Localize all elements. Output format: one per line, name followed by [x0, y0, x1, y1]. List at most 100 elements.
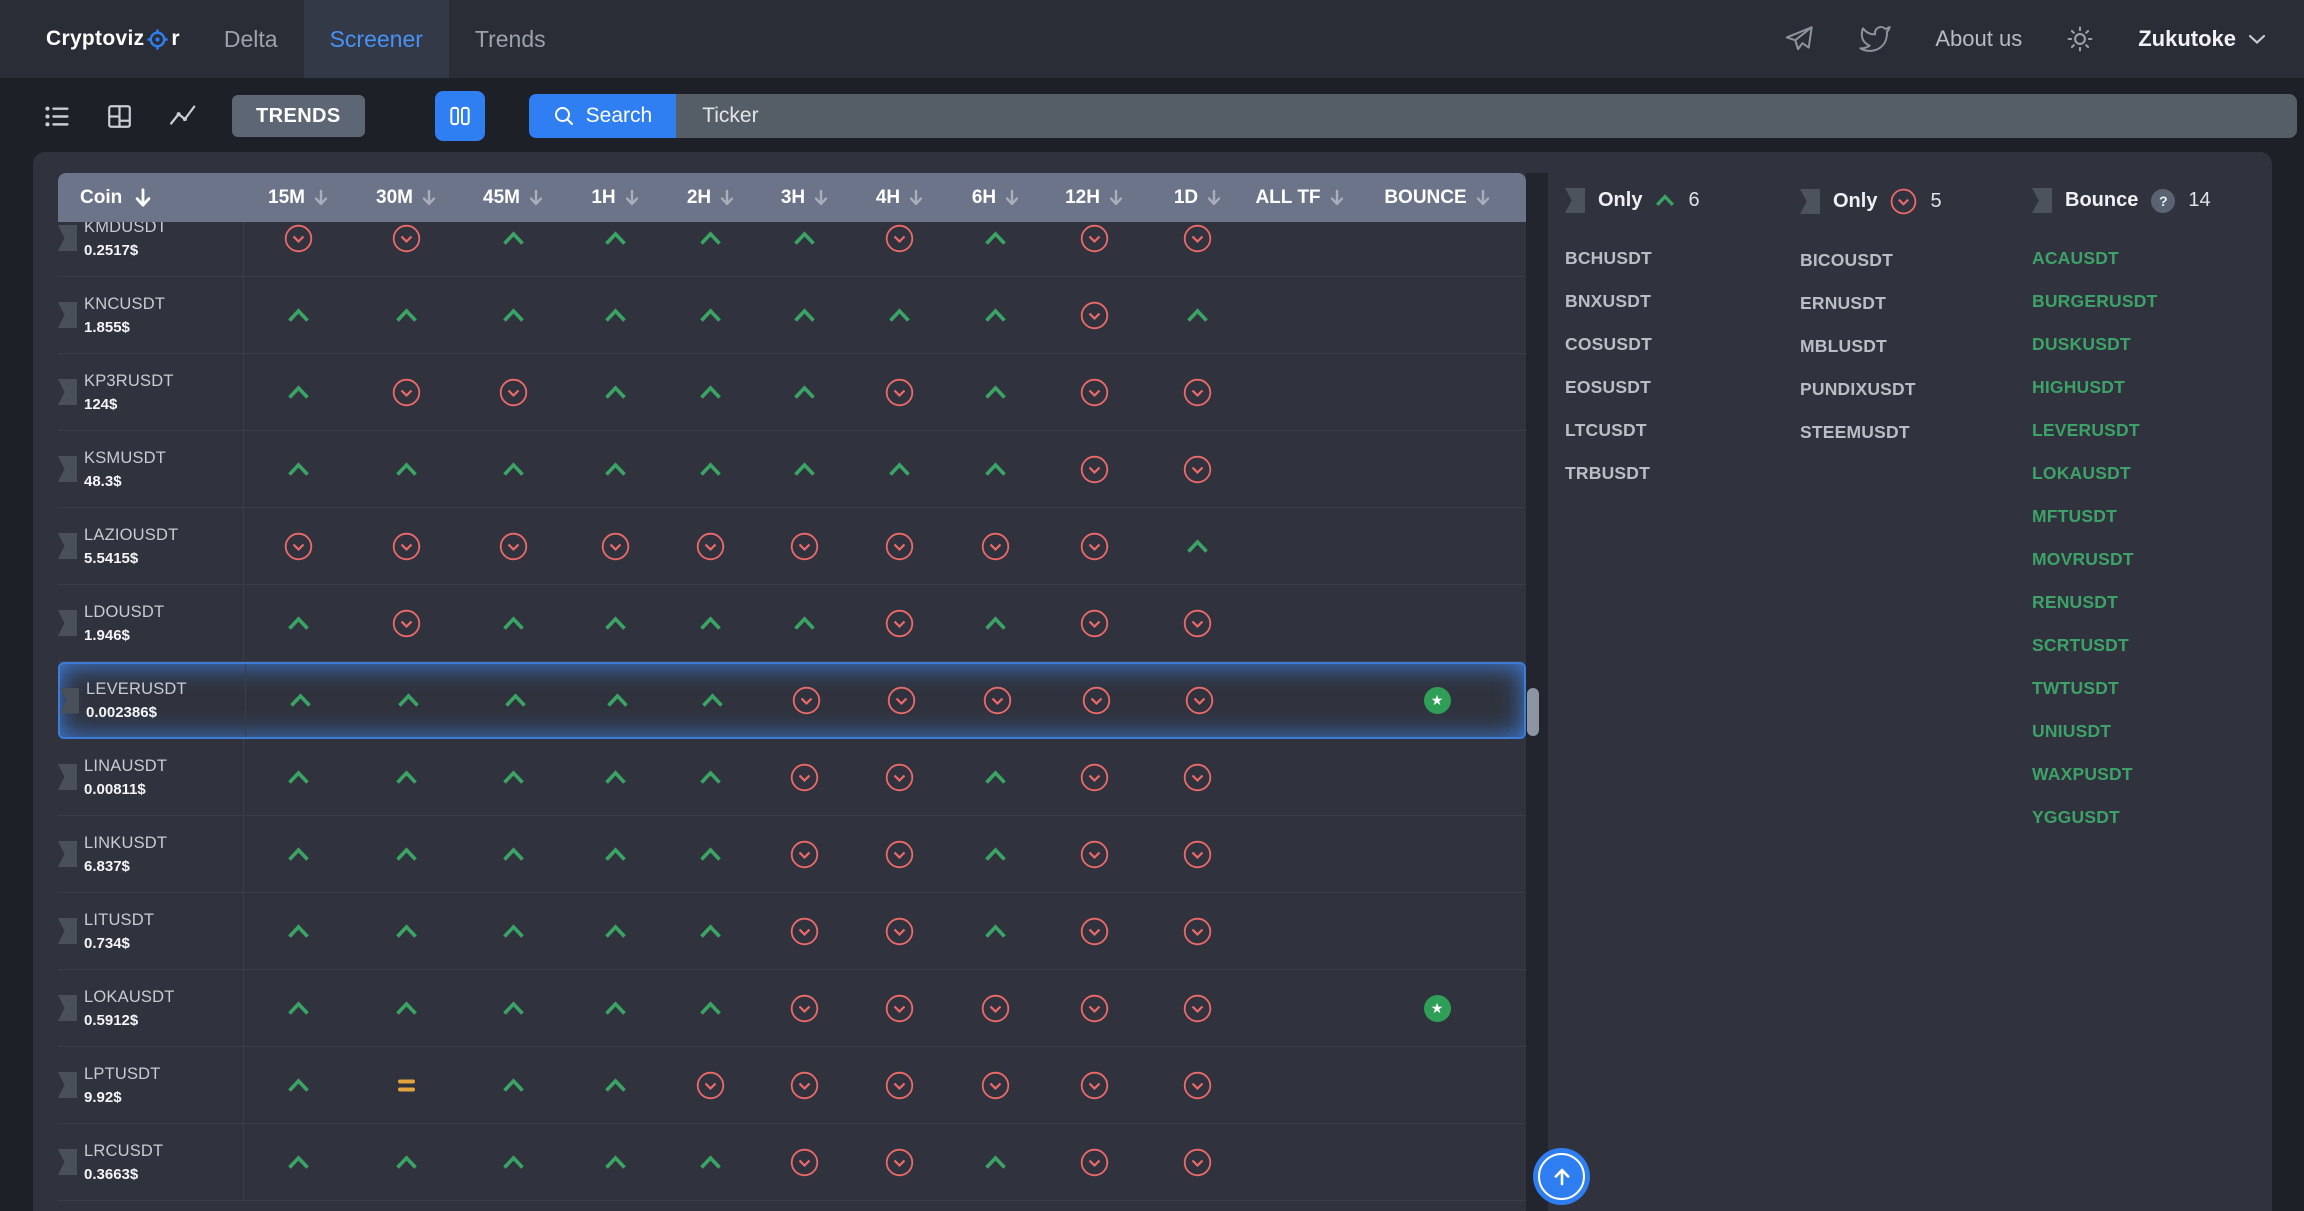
table-row-kncusdt[interactable]: KNCUSDT1.855$	[58, 277, 1526, 354]
watchlist-item-waxpusdt[interactable]: WAXPUSDT	[2032, 753, 2272, 796]
watchlist-item-yggusdt[interactable]: YGGUSDT	[2032, 796, 2272, 839]
watchlist-item-mblusdt[interactable]: MBLUSDT	[1800, 325, 2040, 368]
watchlist-item-twtusdt[interactable]: TWTUSDT	[2032, 667, 2272, 710]
column-header-3h[interactable]: 3H	[757, 187, 852, 209]
ticker-input[interactable]	[676, 94, 2297, 138]
coin-name: LINKUSDT	[84, 834, 243, 853]
grid-view-icon[interactable]	[105, 102, 134, 131]
columns-toggle-button[interactable]	[435, 91, 485, 141]
tab-delta[interactable]: Delta	[198, 0, 304, 78]
tab-trends[interactable]: Trends	[449, 0, 572, 78]
list-view-icon[interactable]	[42, 102, 71, 131]
bookmark-icon[interactable]	[58, 610, 77, 636]
table-row-linausdt[interactable]: LINAUSDT0.00811$	[58, 739, 1526, 816]
column-header-15m[interactable]: 15M	[244, 187, 352, 209]
bookmark-icon[interactable]	[58, 841, 77, 867]
column-header-4h[interactable]: 4H	[852, 187, 947, 209]
panel-title: Bounce	[2065, 189, 2138, 212]
bookmark-icon[interactable]	[1800, 189, 1820, 214]
table-row-kp3rusdt[interactable]: KP3RUSDT124$	[58, 354, 1526, 431]
table-row-lrcusdt[interactable]: LRCUSDT0.3663$	[58, 1124, 1526, 1201]
column-header-coin[interactable]: Coin	[58, 187, 244, 209]
watchlist-item-scrtusdt[interactable]: SCRTUSDT	[2032, 624, 2272, 667]
bookmark-icon[interactable]	[58, 379, 77, 405]
bookmark-icon[interactable]	[58, 533, 77, 559]
user-menu[interactable]: Zukutoke	[2138, 26, 2266, 52]
table-scrollbar-track[interactable]	[1526, 173, 1548, 1211]
watchlist-item-movrusdt[interactable]: MOVRUSDT	[2032, 538, 2272, 581]
table-row-leverusdt[interactable]: LEVERUSDT0.002386$★	[58, 662, 1526, 739]
watchlist-item-trbusdt[interactable]: TRBUSDT	[1565, 452, 1805, 495]
signal-cell-bounce	[1348, 431, 1526, 507]
bookmark-icon[interactable]	[58, 995, 77, 1021]
theme-toggle-sun-icon[interactable]	[2066, 25, 2094, 53]
watchlist-item-bchusdt[interactable]: BCHUSDT	[1565, 237, 1805, 280]
bookmark-icon[interactable]	[58, 918, 77, 944]
trend-up-icon	[604, 385, 627, 400]
trends-button[interactable]: TRENDS	[232, 95, 365, 137]
column-header-1h[interactable]: 1H	[566, 187, 664, 209]
table-row-linkusdt[interactable]: LINKUSDT6.837$	[58, 816, 1526, 893]
watchlist-item-pundixusdt[interactable]: PUNDIXUSDT	[1800, 368, 2040, 411]
watchlist-item-lokausdt[interactable]: LOKAUSDT	[2032, 452, 2272, 495]
bookmark-icon[interactable]	[58, 1072, 77, 1098]
bookmark-icon[interactable]	[1565, 188, 1585, 213]
watchlist-item-uniusdt[interactable]: UNIUSDT	[2032, 710, 2272, 753]
column-header-6h[interactable]: 6H	[947, 187, 1044, 209]
watchlist-item-renusdt[interactable]: RENUSDT	[2032, 581, 2272, 624]
trend-up-icon	[502, 1155, 525, 1170]
watchlist-item-burgerusdt[interactable]: BURGERUSDT	[2032, 280, 2272, 323]
column-header-45m[interactable]: 45M	[460, 187, 566, 209]
column-header-12h[interactable]: 12H	[1044, 187, 1144, 209]
coin-name: LPTUSDT	[84, 1065, 243, 1084]
watchlist-item-leverusdt[interactable]: LEVERUSDT	[2032, 409, 2272, 452]
bookmark-icon[interactable]	[58, 302, 77, 328]
watchlist-item-acausdt[interactable]: ACAUSDT	[2032, 237, 2272, 280]
watchlist-item-eosusdt[interactable]: EOSUSDT	[1565, 366, 1805, 409]
watchlist-item-mftusdt[interactable]: MFTUSDT	[2032, 495, 2272, 538]
signal-cell-4h	[852, 816, 947, 892]
bookmark-icon[interactable]	[58, 456, 77, 482]
table-row-lptusdt[interactable]: LPTUSDT9.92$	[58, 1047, 1526, 1124]
tab-screener[interactable]: Screener	[304, 0, 449, 78]
watchlist-item-bnxusdt[interactable]: BNXUSDT	[1565, 280, 1805, 323]
signal-cell-bounce: ★	[1348, 970, 1526, 1046]
table-scrollbar-thumb[interactable]	[1527, 688, 1539, 736]
bookmark-icon[interactable]	[2032, 188, 2052, 213]
twitter-icon[interactable]	[1859, 23, 1891, 55]
chevron-down-icon	[2248, 33, 2266, 45]
table-row-kmdusdt[interactable]: KMDUSDT0.2517$	[58, 222, 1526, 277]
telegram-icon[interactable]	[1783, 23, 1815, 55]
watchlist-item-bicousdt[interactable]: BICOUSDT	[1800, 239, 2040, 282]
watchlist-item-ernusdt[interactable]: ERNUSDT	[1800, 282, 2040, 325]
search-button[interactable]: Search	[529, 94, 677, 138]
column-header-bounce[interactable]: BOUNCE	[1348, 187, 1526, 209]
logo[interactable]: Cryptoviz r	[46, 0, 180, 78]
column-header-1d[interactable]: 1D	[1144, 187, 1251, 209]
bookmark-icon[interactable]	[58, 1149, 77, 1175]
table-row-ksmusdt[interactable]: KSMUSDT48.3$	[58, 431, 1526, 508]
watchlist-item-cosusdt[interactable]: COSUSDT	[1565, 323, 1805, 366]
trend-up-icon	[287, 1078, 310, 1093]
trend-chart-icon[interactable]	[168, 101, 198, 131]
watchlist-item-highusdt[interactable]: HIGHUSDT	[2032, 366, 2272, 409]
column-header-all-tf[interactable]: ALL TF	[1251, 187, 1348, 209]
watchlist-item-ltcusdt[interactable]: LTCUSDT	[1565, 409, 1805, 452]
trend-up-icon	[984, 231, 1007, 246]
table-row-lokausdt[interactable]: LOKAUSDT0.5912$★	[58, 970, 1526, 1047]
about-us-link[interactable]: About us	[1935, 26, 2022, 52]
table-row-litusdt[interactable]: LITUSDT0.734$	[58, 893, 1526, 970]
trend-down-icon	[1080, 840, 1109, 869]
trend-up-icon	[699, 616, 722, 631]
column-header-30m[interactable]: 30M	[352, 187, 460, 209]
column-header-2h[interactable]: 2H	[664, 187, 757, 209]
table-row-ldousdt[interactable]: LDOUSDT1.946$	[58, 585, 1526, 662]
signal-cell-1h	[566, 970, 664, 1046]
bookmark-icon[interactable]	[58, 225, 77, 251]
bookmark-icon[interactable]	[60, 688, 79, 714]
watchlist-item-steemusdt[interactable]: STEEMUSDT	[1800, 411, 2040, 454]
table-row-laziousdt[interactable]: LAZIOUSDT5.5415$	[58, 508, 1526, 585]
bookmark-icon[interactable]	[58, 764, 77, 790]
watchlist-item-duskusdt[interactable]: DUSKUSDT	[2032, 323, 2272, 366]
scroll-to-top-button[interactable]	[1533, 1148, 1590, 1205]
